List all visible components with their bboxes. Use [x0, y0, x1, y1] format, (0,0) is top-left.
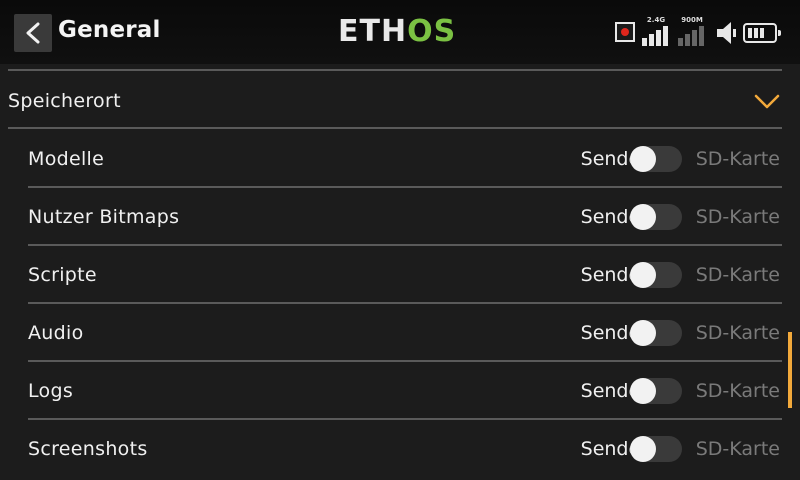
page-title: General	[58, 17, 161, 43]
toggle-knob	[630, 320, 656, 346]
row-label: Logs	[28, 380, 74, 402]
chevron-down-icon[interactable]	[754, 94, 780, 110]
record-icon	[615, 22, 635, 42]
toggle-knob	[630, 204, 656, 230]
storage-toggle[interactable]	[630, 262, 682, 288]
storage-row-screenshots: Screenshots Sender SD-Karte	[28, 420, 782, 478]
storage-row-audio: Audio Sender SD-Karte	[28, 304, 782, 362]
rf-signal-icon: 900M	[676, 16, 708, 46]
settings-content: Speicherort Modelle Sender SD-Karte Nutz…	[0, 64, 800, 480]
row-label: Nutzer Bitmaps	[28, 206, 180, 228]
speaker-icon	[717, 22, 736, 44]
toggle-knob	[630, 378, 656, 404]
chevron-left-icon	[26, 22, 40, 44]
row-label: Audio	[28, 322, 84, 344]
top-bar: General ETHOS 2.4G 900M	[0, 0, 800, 64]
divider	[8, 127, 782, 129]
option-sd-card: SD-Karte	[695, 264, 780, 286]
storage-toggle[interactable]	[630, 378, 682, 404]
status-area: 2.4G 900M	[612, 16, 792, 50]
option-sd-card: SD-Karte	[695, 148, 780, 170]
toggle-knob	[630, 436, 656, 462]
option-sd-card: SD-Karte	[695, 438, 780, 460]
row-label: Screenshots	[28, 438, 148, 460]
storage-toggle[interactable]	[630, 320, 682, 346]
option-sd-card: SD-Karte	[695, 206, 780, 228]
option-sd-card: SD-Karte	[695, 322, 780, 344]
storage-row-scripte: Scripte Sender SD-Karte	[28, 246, 782, 304]
storage-toggle[interactable]	[630, 436, 682, 462]
row-label: Modelle	[28, 148, 105, 170]
toggle-knob	[630, 262, 656, 288]
row-label: Scripte	[28, 264, 97, 286]
rf-signal-icon: 2.4G	[640, 16, 672, 46]
storage-row-modelle: Modelle Sender SD-Karte	[28, 130, 782, 188]
section-title[interactable]: Speicherort	[8, 90, 121, 112]
storage-row-nutzer-bitmaps: Nutzer Bitmaps Sender SD-Karte	[28, 188, 782, 246]
option-sd-card: SD-Karte	[695, 380, 780, 402]
toggle-knob	[630, 146, 656, 172]
back-button[interactable]	[14, 14, 52, 52]
ethos-logo: ETHOS	[338, 14, 457, 49]
storage-toggle[interactable]	[630, 204, 682, 230]
storage-toggle[interactable]	[630, 146, 682, 172]
storage-row-logs: Logs Sender SD-Karte	[28, 362, 782, 420]
scrollbar[interactable]	[788, 332, 792, 408]
battery-icon	[743, 23, 781, 43]
divider	[8, 69, 782, 71]
